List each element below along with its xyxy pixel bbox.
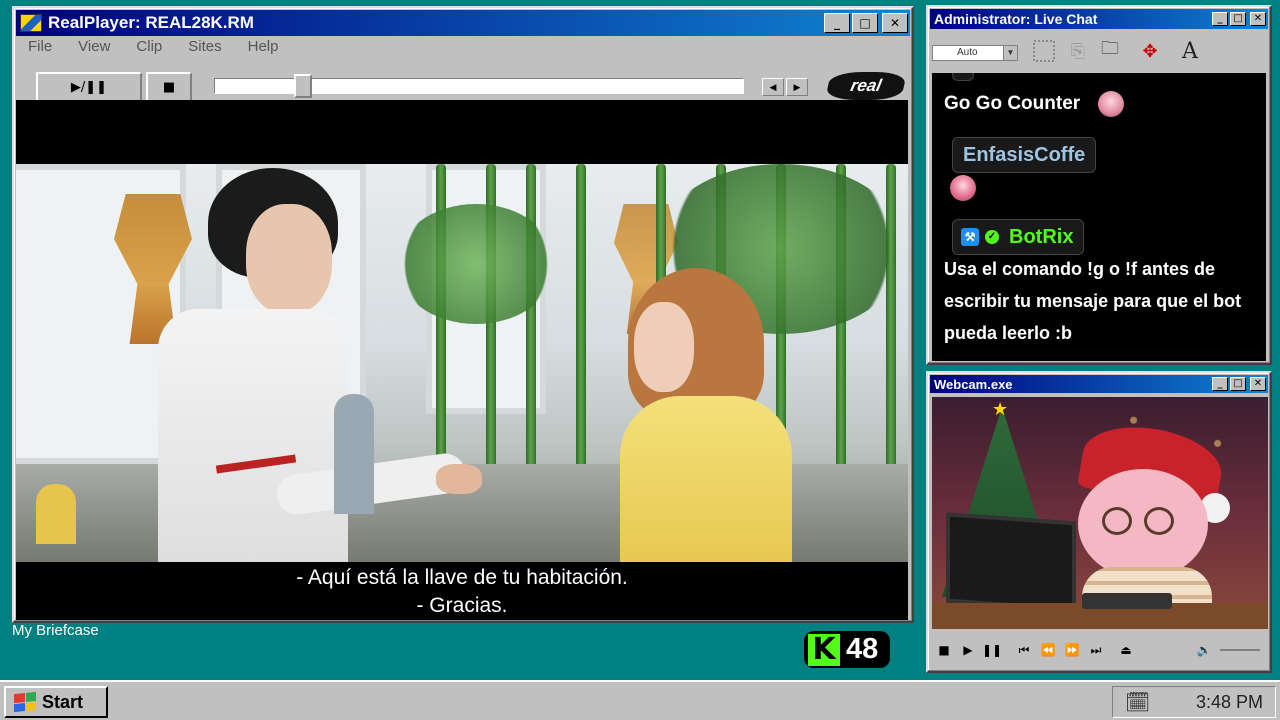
close-button[interactable]: ✕ xyxy=(1250,377,1266,391)
chevron-down-icon[interactable]: ▼ xyxy=(1003,46,1017,60)
move-icon[interactable]: ✥ xyxy=(1134,35,1166,67)
seek-forward-icon[interactable]: ▶ xyxy=(786,78,808,96)
chat-username[interactable]: EnfasisCoffe xyxy=(952,137,1097,173)
kick-icon: K xyxy=(808,633,840,666)
volume-icon[interactable]: 🔈 xyxy=(1192,643,1216,657)
webcam-window-title: Webcam.exe xyxy=(934,376,1013,392)
emote-icon xyxy=(950,175,976,201)
select-region-icon[interactable] xyxy=(1028,35,1060,67)
menu-help[interactable]: Help xyxy=(248,38,279,62)
volume-slider[interactable] xyxy=(1220,649,1260,651)
webcam-view: ★ xyxy=(932,397,1268,629)
webcam-titlebar[interactable]: Webcam.exe _ □ ✕ xyxy=(930,375,1268,393)
subtitle-line-1: - Aquí está la llave de tu habitación. xyxy=(296,566,628,589)
start-button[interactable]: Start xyxy=(4,686,108,718)
real-logo: real xyxy=(825,72,907,100)
maximize-button[interactable]: □ xyxy=(1230,12,1246,26)
font-size-value: Auto xyxy=(957,47,978,58)
chat-window-title: Administrator: Live Chat xyxy=(934,11,1098,27)
play-icon[interactable]: ▶ xyxy=(956,643,980,657)
pause-icon[interactable]: ❚❚ xyxy=(980,643,1004,657)
windows-logo-icon xyxy=(14,691,36,713)
menu-file[interactable]: File xyxy=(28,38,52,62)
avatar-glasses xyxy=(1102,507,1132,535)
system-tray: 🗓 3:48 PM xyxy=(1112,686,1276,718)
video-frame xyxy=(16,164,908,562)
man-shirt xyxy=(158,309,348,562)
woman-jacket xyxy=(620,396,792,562)
skip-forward-icon[interactable]: ⏭ xyxy=(1084,643,1108,658)
realplayer-app-icon xyxy=(20,14,42,32)
seek-thumb[interactable] xyxy=(293,74,312,98)
taskbar: Start 🗓 3:48 PM xyxy=(0,680,1280,720)
stop-icon[interactable]: ■ xyxy=(932,643,956,657)
font-size-select[interactable]: Auto ▼ xyxy=(932,45,1018,61)
background-person xyxy=(334,394,374,514)
webcam-controls: ■ ▶ ❚❚ ⏮ ⏪ ⏩ ⏭ ⏏ 🔈 xyxy=(932,635,1268,665)
minimize-button[interactable]: _ xyxy=(824,13,850,33)
seek-back-icon[interactable]: ◀ xyxy=(762,78,784,96)
computer-monitor xyxy=(946,512,1076,612)
chat-toolbar: Auto ▼ ⎘ 🗀 ✥ A xyxy=(932,33,1266,71)
menu-bar: File View Clip Sites Help xyxy=(28,38,304,62)
my-briefcase-label[interactable]: My Briefcase xyxy=(12,622,99,639)
font-icon[interactable]: A xyxy=(1174,35,1206,67)
man-hand xyxy=(436,464,482,494)
stop-button[interactable]: ■ xyxy=(146,72,192,102)
realplayer-window[interactable]: RealPlayer: REAL28K.RM _ □ ✕ File View C… xyxy=(12,6,914,623)
avatar-head xyxy=(1078,469,1208,579)
minimize-button[interactable]: _ xyxy=(1212,12,1228,26)
minimize-button[interactable]: _ xyxy=(1212,377,1228,391)
fast-forward-icon[interactable]: ⏩ xyxy=(1060,643,1084,657)
keyboard xyxy=(1082,593,1172,609)
emote-icon xyxy=(1098,91,1124,117)
viewer-counter: K 48 xyxy=(804,631,890,668)
chat-message-text: Usa el comando !g o !f antes de escribir… xyxy=(944,259,1242,343)
moderator-badge-icon: ⚒ xyxy=(961,228,979,246)
webcam-window[interactable]: Webcam.exe _ □ ✕ ★ ■ ▶ ❚❚ ⏮ ⏪ ⏩ ⏭ ⏏ 🔈 xyxy=(926,371,1272,673)
clock[interactable]: 3:48 PM xyxy=(1196,692,1263,713)
video-area[interactable]: - Aquí está la llave de tu habitación. -… xyxy=(16,100,908,620)
rewind-icon[interactable]: ⏪ xyxy=(1036,643,1060,657)
start-label: Start xyxy=(42,691,84,712)
maximize-button[interactable]: □ xyxy=(852,13,878,33)
woman-face xyxy=(634,302,694,392)
player-toolbar: ▶/❚❚ ■ ◀ ▶ real xyxy=(16,66,910,104)
chat-messages[interactable]: Go Go Counter EnfasisCoffe ⚒ ✓ BotRix Us… xyxy=(932,73,1266,361)
close-button[interactable]: ✕ xyxy=(1250,12,1266,26)
bamboo-foliage xyxy=(396,204,556,324)
verified-badge-icon: ✓ xyxy=(985,230,999,244)
close-button[interactable]: ✕ xyxy=(882,13,908,33)
realplayer-titlebar[interactable]: RealPlayer: REAL28K.RM _ □ ✕ xyxy=(16,10,910,36)
scheduler-icon[interactable]: 🗓 xyxy=(1125,690,1150,715)
chat-titlebar[interactable]: Administrator: Live Chat _ □ ✕ xyxy=(930,9,1268,29)
man-face xyxy=(246,204,332,314)
background-person xyxy=(36,484,76,544)
open-folder-icon[interactable]: 🗀 xyxy=(1094,35,1126,67)
counter-value: 48 xyxy=(846,633,879,665)
chat-username-botrix[interactable]: ⚒ ✓ BotRix xyxy=(952,219,1085,255)
window-title: RealPlayer: REAL28K.RM xyxy=(48,13,254,32)
skip-back-icon[interactable]: ⏮ xyxy=(1012,643,1036,658)
chat-message-text: Go Go Counter xyxy=(944,93,1081,114)
botrix-username: BotRix xyxy=(1009,225,1074,248)
live-chat-window[interactable]: Administrator: Live Chat _ □ ✕ Auto ▼ ⎘ … xyxy=(926,5,1272,365)
play-pause-button[interactable]: ▶/❚❚ xyxy=(36,72,142,102)
menu-view[interactable]: View xyxy=(78,38,110,62)
menu-clip[interactable]: Clip xyxy=(136,38,162,62)
avatar-glasses xyxy=(1144,507,1174,535)
chat-username-partial xyxy=(952,73,974,81)
eject-icon[interactable]: ⏏ xyxy=(1114,643,1138,657)
subtitle-line-2: - Gracias. xyxy=(416,594,508,617)
copy-icon[interactable]: ⎘ xyxy=(1062,35,1094,67)
menu-sites[interactable]: Sites xyxy=(188,38,221,62)
maximize-button[interactable]: □ xyxy=(1230,377,1246,391)
star-icon: ★ xyxy=(992,399,1009,419)
